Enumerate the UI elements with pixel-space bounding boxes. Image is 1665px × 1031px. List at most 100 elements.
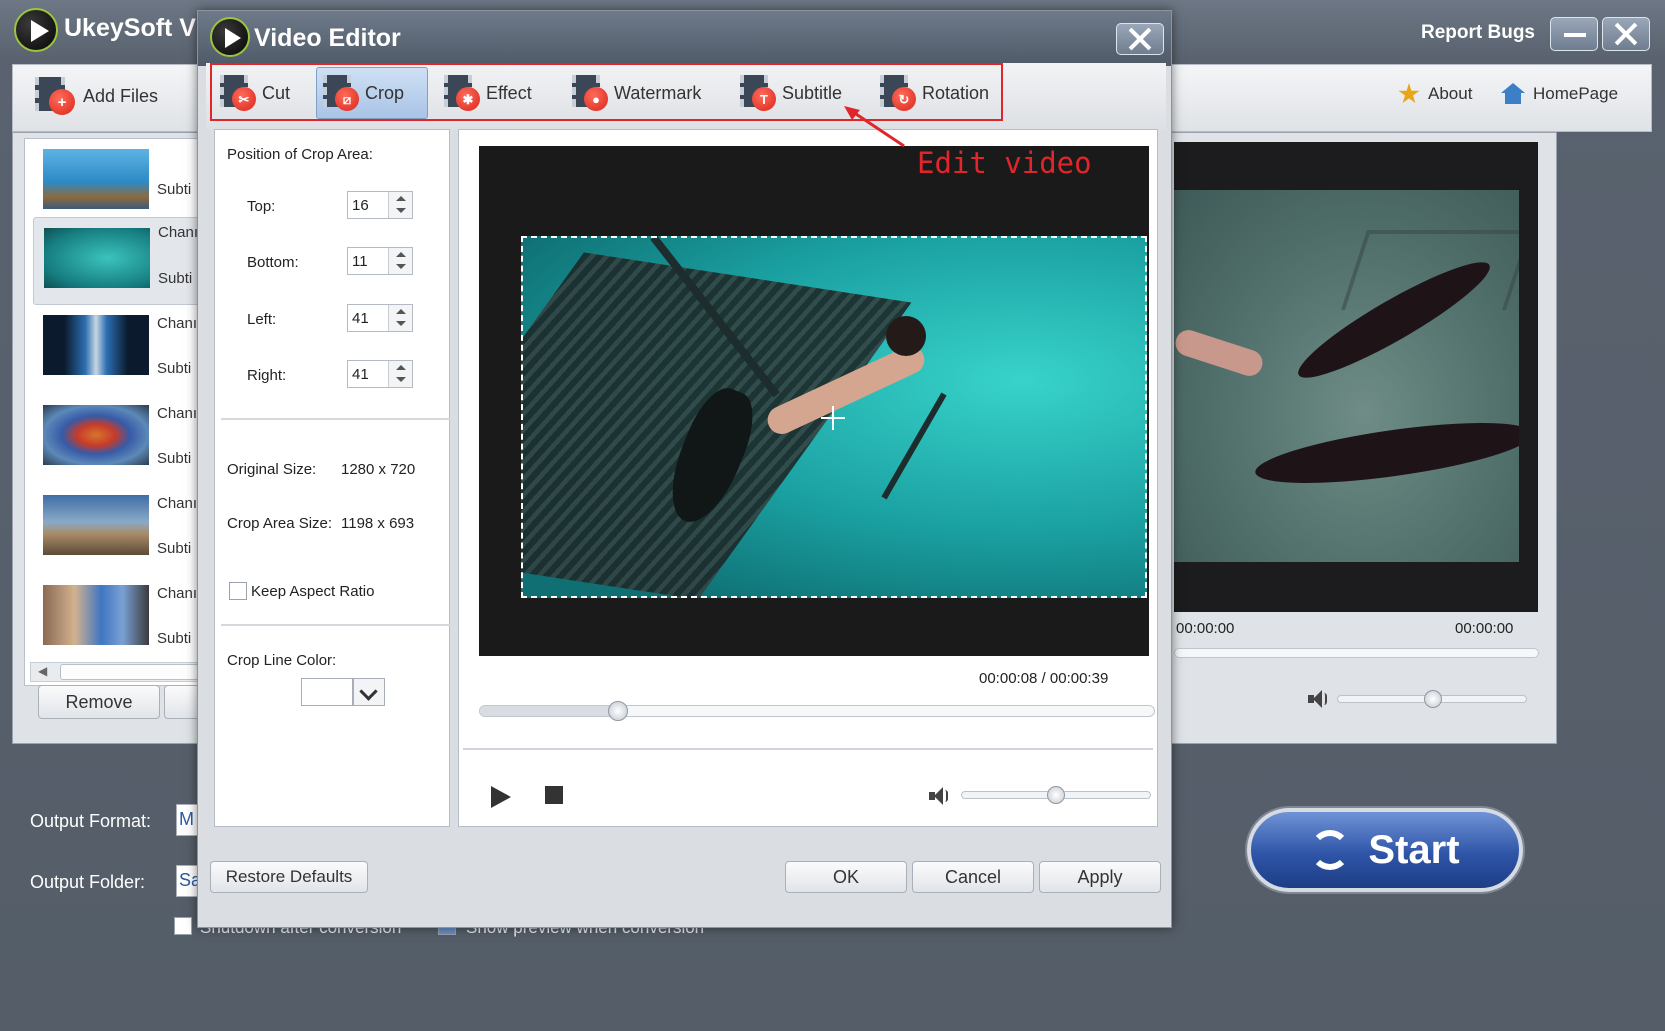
report-bugs-link[interactable]: Report Bugs — [1421, 22, 1535, 44]
play-icon[interactable] — [491, 786, 511, 808]
annotation-arrow-icon — [844, 106, 905, 148]
color-swatch[interactable] — [301, 678, 353, 706]
list-item[interactable]: Chanı Subti — [33, 489, 203, 577]
close-icon — [1127, 26, 1153, 52]
convert-icon — [1310, 830, 1351, 870]
divider — [221, 418, 451, 420]
spin-arrows-icon[interactable] — [388, 361, 412, 387]
file-subtitle: Subti — [157, 360, 192, 377]
file-subtitle: Subti — [157, 181, 192, 198]
file-channel: Chanı — [157, 405, 198, 422]
preview-volume-thumb[interactable] — [1424, 690, 1442, 708]
crosshair-icon[interactable] — [832, 406, 834, 430]
start-label: Start — [1368, 827, 1460, 872]
crop-position-heading: Position of Crop Area: — [227, 146, 373, 163]
crop-line-color-label: Crop Line Color: — [227, 652, 337, 669]
bottom-label: Bottom: — [247, 254, 299, 271]
preview-video-frame — [1174, 190, 1519, 562]
file-subtitle: Subti — [157, 630, 192, 647]
list-item[interactable]: Chanı Subti — [33, 579, 203, 667]
cancel-button[interactable]: Cancel — [912, 861, 1034, 893]
file-subtitle: Subti — [158, 270, 193, 287]
video-canvas — [479, 146, 1149, 656]
crop-area-size-label: Crop Area Size: — [227, 515, 333, 532]
top-value: 16 — [352, 197, 369, 214]
dialog-close-button[interactable] — [1116, 23, 1164, 55]
apply-button[interactable]: Apply — [1039, 861, 1161, 893]
seek-progress-fill — [480, 706, 619, 716]
chevron-down-icon[interactable] — [353, 678, 385, 706]
add-files-label: Add Files — [83, 85, 159, 106]
ok-button[interactable]: OK — [785, 861, 907, 893]
output-folder-label: Output Folder: — [30, 872, 146, 892]
preview-total-time: 00:00:00 — [1455, 620, 1514, 637]
close-icon — [1613, 21, 1639, 47]
bottom-value: 11 — [352, 253, 368, 270]
list-item[interactable]: Chanı Subti — [33, 399, 203, 487]
list-item[interactable]: Chanı Subti — [33, 309, 203, 397]
minimize-button[interactable] — [1550, 17, 1598, 51]
restore-defaults-button[interactable]: Restore Defaults — [210, 861, 368, 893]
homepage-button[interactable]: HomePage — [1501, 83, 1618, 105]
video-player-panel: 00:00:08 / 00:00:39 — [458, 129, 1158, 827]
app-logo-icon — [14, 8, 58, 52]
left-label: Left: — [247, 311, 277, 328]
start-button[interactable]: Start — [1247, 808, 1523, 892]
seek-thumb[interactable] — [607, 701, 628, 721]
spin-arrows-icon[interactable] — [388, 248, 412, 274]
divider — [221, 624, 451, 626]
about-button[interactable]: About — [1398, 83, 1472, 105]
video-thumbnail — [44, 228, 150, 288]
volume-icon[interactable] — [929, 786, 951, 806]
scroll-left-icon[interactable]: ◀ — [38, 664, 47, 678]
shutdown-checkbox[interactable] — [174, 917, 192, 935]
annotation-label: Edit video — [917, 146, 1092, 180]
remove-button[interactable]: Remove — [38, 685, 160, 719]
volume-thumb[interactable] — [1047, 786, 1065, 804]
preview-current-time: 00:00:00 — [1176, 620, 1235, 637]
left-spinbox[interactable]: 41 — [347, 304, 413, 332]
file-list: Subti Chanı Subti Chanı Subti Chanı Subt… — [24, 138, 204, 686]
bottom-spinbox[interactable]: 11 — [347, 247, 413, 275]
right-spinbox[interactable]: 41 — [347, 360, 413, 388]
video-thumbnail — [43, 585, 149, 645]
add-files-button[interactable]: + Add Files — [35, 77, 158, 115]
dialog-titlebar: Video Editor — [198, 11, 1171, 66]
keep-aspect-ratio-label: Keep Aspect Ratio — [251, 583, 375, 600]
video-thumbnail — [43, 315, 149, 375]
keep-aspect-ratio-checkbox[interactable] — [229, 582, 247, 600]
output-format-label: Output Format: — [30, 811, 152, 831]
video-thumbnail — [43, 495, 149, 555]
file-channel: Chanı — [157, 495, 198, 512]
top-label: Top: — [247, 198, 276, 215]
about-label: About — [1428, 84, 1473, 103]
list-item[interactable]: Chanı Subti — [33, 217, 203, 305]
star-icon — [1398, 83, 1420, 104]
spin-arrows-icon[interactable] — [388, 192, 412, 218]
add-file-icon: + — [35, 77, 75, 115]
right-label: Right: — [247, 367, 287, 384]
app-title: UkeySoft Vi — [64, 14, 203, 42]
original-size-label: Original Size: — [227, 461, 317, 478]
file-channel: Chanı — [157, 315, 198, 332]
file-subtitle: Subti — [157, 450, 192, 467]
left-value: 41 — [352, 310, 369, 327]
crop-settings-panel: Position of Crop Area: Top: 16 Bottom: 1… — [214, 129, 451, 827]
original-size-value: 1280 x 720 — [341, 461, 416, 478]
stop-icon[interactable] — [545, 786, 563, 804]
home-icon — [1501, 83, 1525, 105]
app-logo-icon — [210, 17, 250, 57]
scrollbar-thumb[interactable] — [60, 664, 200, 680]
spin-arrows-icon[interactable] — [388, 305, 412, 331]
homepage-label: HomePage — [1533, 84, 1619, 103]
right-value: 41 — [352, 366, 369, 383]
file-subtitle: Subti — [157, 540, 192, 557]
playback-time: 00:00:08 / 00:00:39 — [979, 670, 1109, 687]
crop-area-size-value: 1198 x 693 — [341, 515, 415, 532]
file-channel: Chanı — [157, 585, 198, 602]
top-spinbox[interactable]: 16 — [347, 191, 413, 219]
file-channel: Chanı — [158, 224, 199, 241]
volume-icon[interactable] — [1308, 689, 1330, 709]
main-close-button[interactable] — [1602, 17, 1650, 51]
preview-seek-bar[interactable] — [1174, 648, 1539, 658]
